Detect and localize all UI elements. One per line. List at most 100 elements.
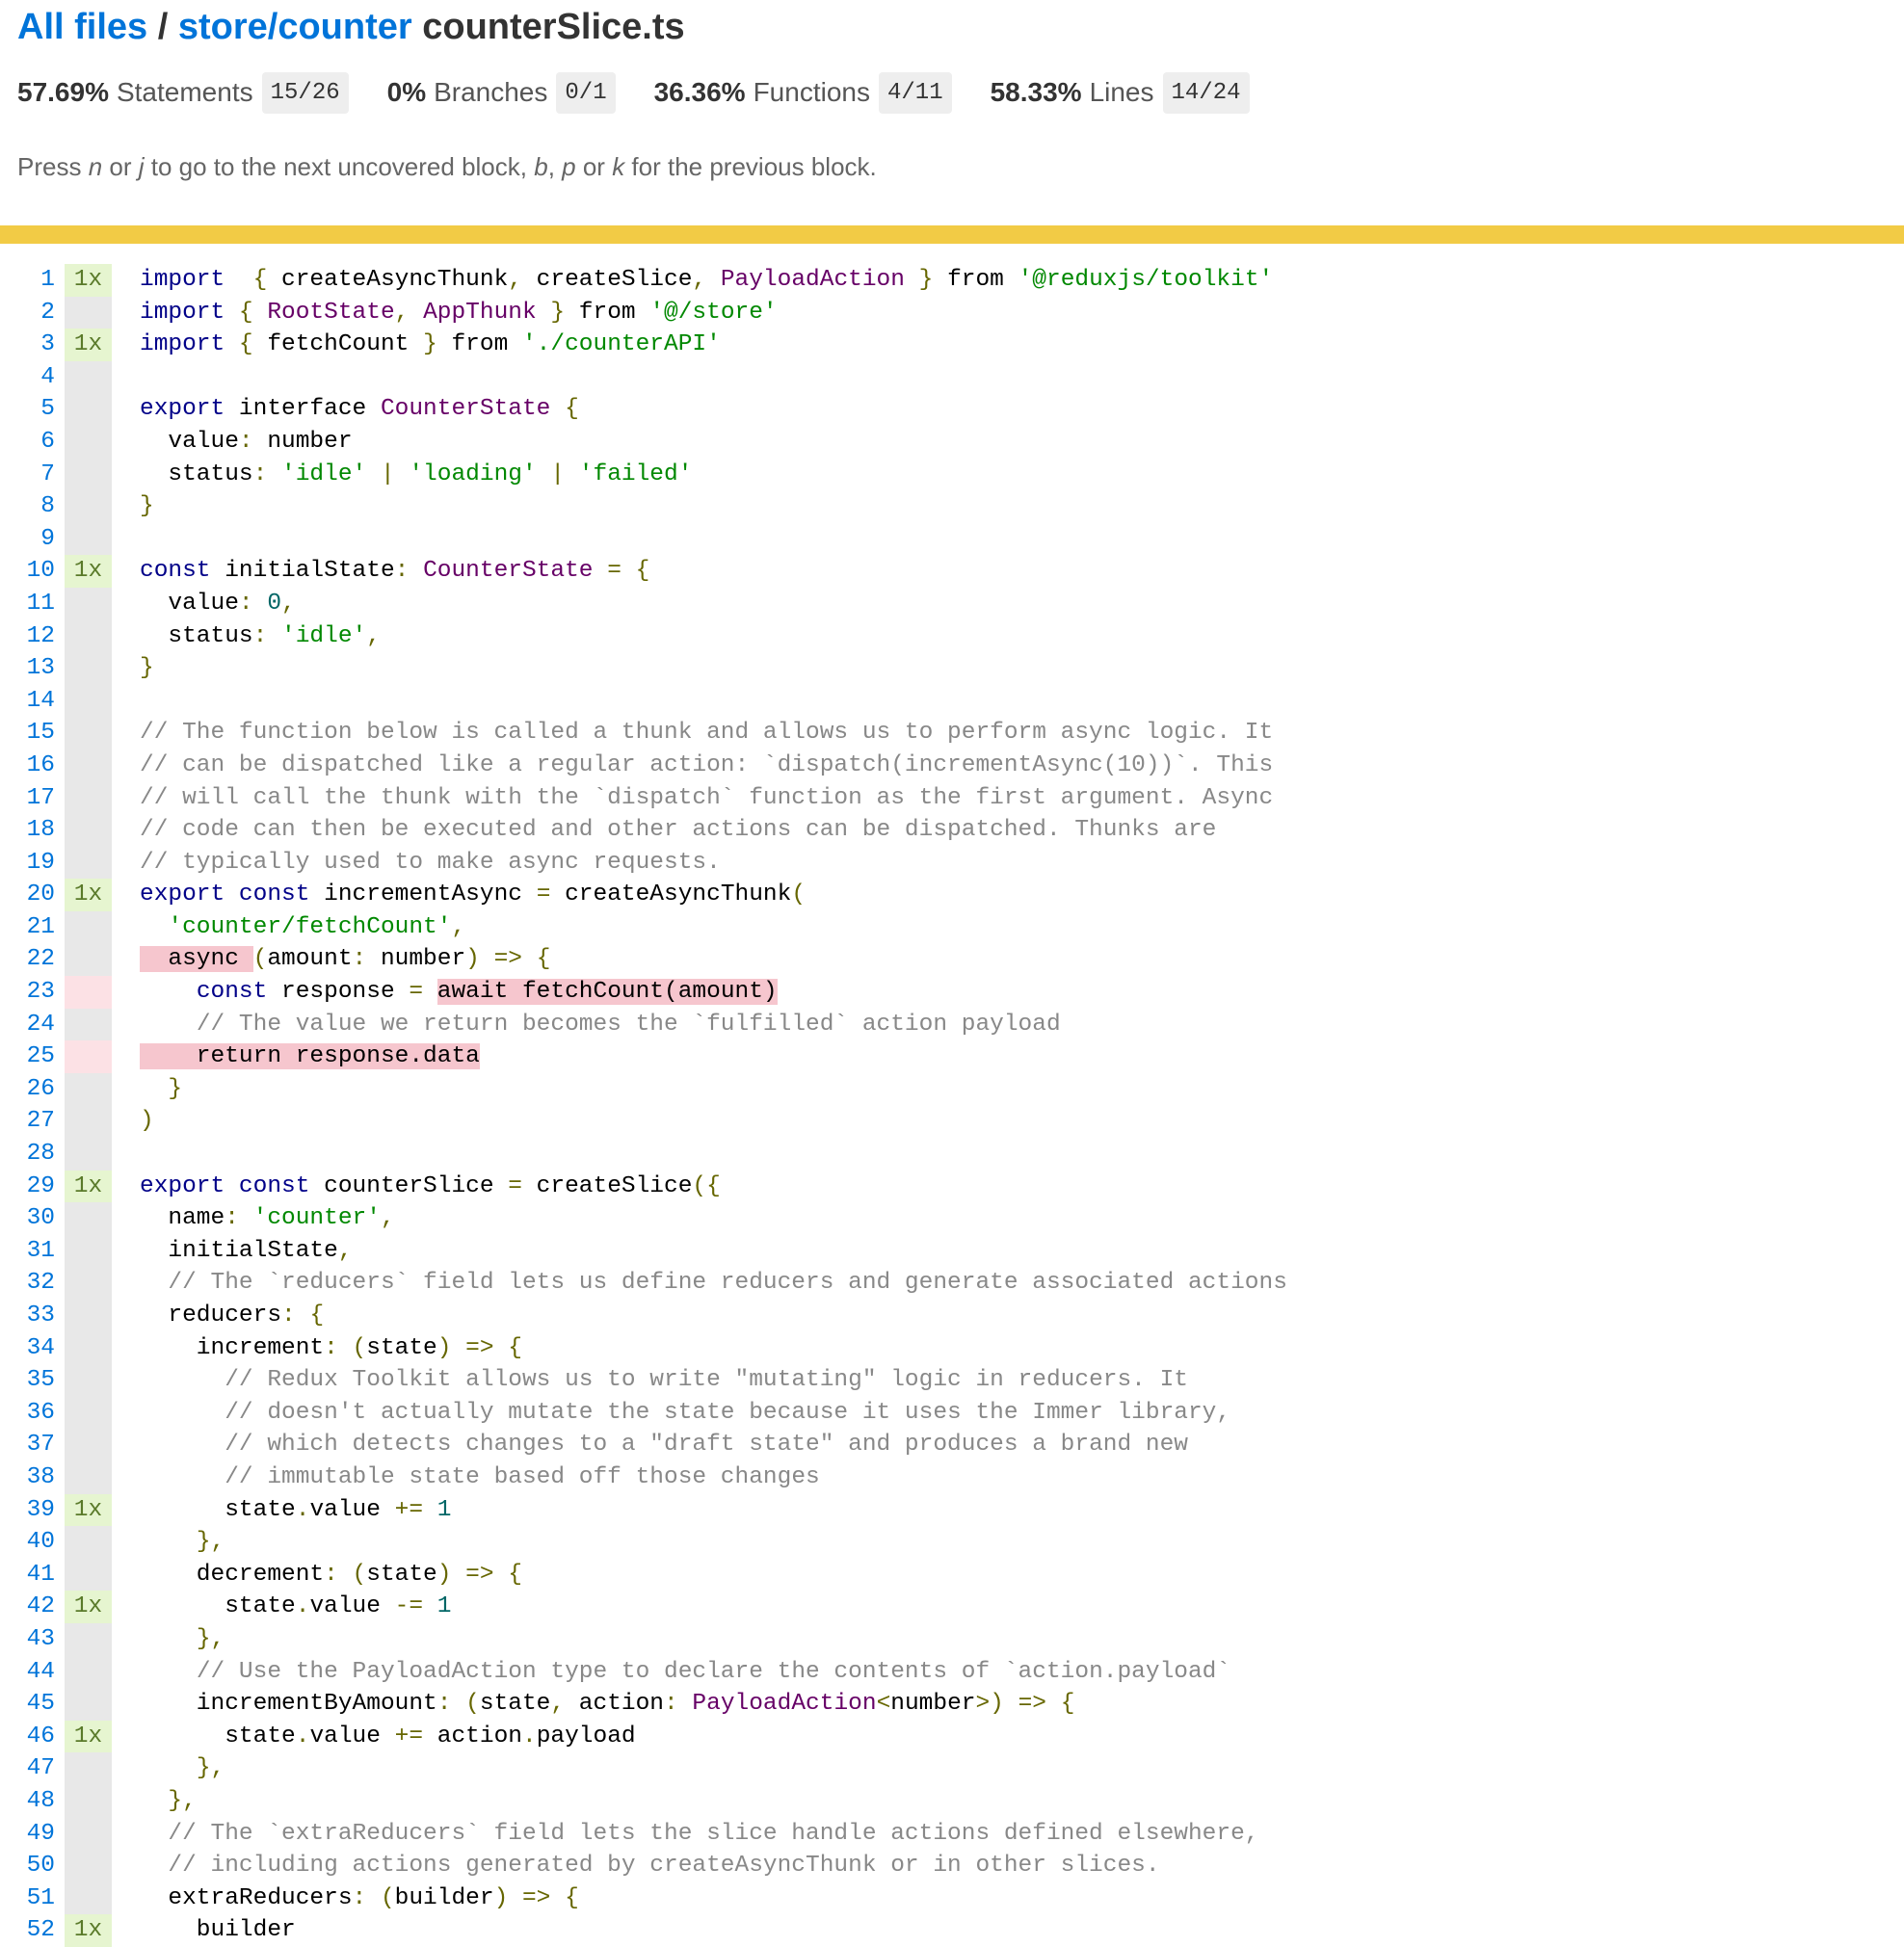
- line-number-link[interactable]: 20: [0, 879, 65, 911]
- line-number-link[interactable]: 44: [0, 1656, 65, 1689]
- line-number-link[interactable]: 45: [0, 1688, 65, 1721]
- line-number-link[interactable]: 42: [0, 1591, 65, 1623]
- source-text: import { createAsyncThunk, createSlice, …: [112, 264, 1273, 297]
- hit-count: 1x: [65, 1170, 112, 1203]
- line-number-link[interactable]: 33: [0, 1300, 65, 1332]
- code-token: :: [324, 1334, 338, 1361]
- line-number-link[interactable]: 19: [0, 847, 65, 880]
- line-number-link[interactable]: 4: [0, 361, 65, 394]
- line-number-link[interactable]: 11: [0, 588, 65, 620]
- line-number-link[interactable]: 18: [0, 814, 65, 847]
- line-number-link[interactable]: 6: [0, 426, 65, 459]
- code-token: counterSlice: [309, 1172, 509, 1199]
- line-number-link[interactable]: 9: [0, 523, 65, 556]
- line-number-link[interactable]: 40: [0, 1526, 65, 1559]
- line-number-link[interactable]: 15: [0, 717, 65, 750]
- code-token: ): [436, 1561, 452, 1588]
- code-token: ,: [692, 267, 707, 293]
- line-number-link[interactable]: 37: [0, 1429, 65, 1461]
- line-number-link[interactable]: 51: [0, 1882, 65, 1915]
- line-number-link[interactable]: 32: [0, 1267, 65, 1300]
- hit-count: [65, 1396, 112, 1430]
- line-number-link[interactable]: 23: [0, 976, 65, 1009]
- line-number-link[interactable]: 7: [0, 459, 65, 491]
- hit-count: 1x: [65, 264, 112, 297]
- code-token: <: [876, 1691, 891, 1718]
- line-number-link[interactable]: 24: [0, 1009, 65, 1041]
- source-text: state.value += 1: [112, 1494, 451, 1527]
- line-number-link[interactable]: 13: [0, 652, 65, 685]
- code-token: ,: [366, 622, 381, 649]
- code-line: 2 import { RootState, AppThunk } from '@/…: [0, 296, 1287, 329]
- line-number-link[interactable]: 38: [0, 1461, 65, 1494]
- page-header: All files / store/counter counterSlice.t…: [0, 0, 1904, 181]
- line-number-link[interactable]: 50: [0, 1850, 65, 1882]
- source-text: [112, 523, 140, 556]
- line-number-link[interactable]: 1: [0, 264, 65, 297]
- line-number-link[interactable]: 41: [0, 1559, 65, 1592]
- code-token: {: [309, 1302, 325, 1329]
- line-number-link[interactable]: 36: [0, 1397, 65, 1430]
- line-number-link[interactable]: 30: [0, 1202, 65, 1235]
- line-number-link[interactable]: 10: [0, 555, 65, 588]
- line-number-link[interactable]: 12: [0, 620, 65, 653]
- line-number-link[interactable]: 25: [0, 1040, 65, 1073]
- all-files-link[interactable]: All files: [17, 7, 147, 47]
- line-number-link[interactable]: 48: [0, 1785, 65, 1818]
- code-token: ,: [380, 1205, 395, 1232]
- directory-link[interactable]: store/counter: [178, 7, 412, 47]
- line-number-link[interactable]: 49: [0, 1818, 65, 1851]
- line-number-link[interactable]: 22: [0, 943, 65, 976]
- code-line: 39 1x state.value += 1: [0, 1493, 1287, 1527]
- line-number-link[interactable]: 27: [0, 1105, 65, 1138]
- line-number-link[interactable]: 39: [0, 1494, 65, 1527]
- line-number-link[interactable]: 8: [0, 490, 65, 523]
- line-number-link[interactable]: 35: [0, 1364, 65, 1397]
- source-text: // which detects changes to a "draft sta…: [112, 1429, 1188, 1461]
- line-number-link[interactable]: 14: [0, 685, 65, 718]
- line-number-link[interactable]: 16: [0, 750, 65, 782]
- line-number-link[interactable]: 26: [0, 1073, 65, 1106]
- code-token: builder: [140, 1917, 296, 1944]
- code-token: action: [423, 1723, 522, 1750]
- code-token: },: [196, 1625, 225, 1652]
- code-token: PayloadAction: [692, 1691, 877, 1718]
- source-text: // will call the thunk with the `dispatc…: [112, 782, 1273, 815]
- line-number-link[interactable]: 43: [0, 1623, 65, 1656]
- code-token: :: [238, 428, 253, 455]
- hit-count: 1x: [65, 1914, 112, 1947]
- line-number-link[interactable]: 2: [0, 297, 65, 329]
- line-number-link[interactable]: 34: [0, 1332, 65, 1365]
- code-line: 37 // which detects changes to a "draft …: [0, 1429, 1287, 1461]
- code-line: 4: [0, 360, 1287, 394]
- line-number-link[interactable]: 28: [0, 1138, 65, 1171]
- source-text: // code can then be executed and other a…: [112, 814, 1216, 847]
- line-number-link[interactable]: 47: [0, 1752, 65, 1785]
- line-number-link[interactable]: 46: [0, 1721, 65, 1753]
- statements-percent: 57.69%: [17, 77, 109, 107]
- code-token: :: [352, 946, 367, 973]
- line-number-link[interactable]: 17: [0, 782, 65, 815]
- line-number-link[interactable]: 52: [0, 1914, 65, 1947]
- code-token: builder: [394, 1884, 494, 1911]
- code-line: 36 // doesn't actually mutate the state …: [0, 1396, 1287, 1430]
- source-text: builder: [112, 1914, 296, 1947]
- source-text: state.value += action.payload: [112, 1721, 635, 1753]
- code-line: 25 return response.data: [0, 1040, 1287, 1073]
- line-number-link[interactable]: 29: [0, 1171, 65, 1203]
- line-number-link[interactable]: 5: [0, 393, 65, 426]
- code-token: 'counter': [252, 1205, 381, 1232]
- line-number-link[interactable]: 21: [0, 911, 65, 944]
- line-number-link[interactable]: 3: [0, 329, 65, 361]
- code-token: // doesn't actually mutate the state bec…: [225, 1399, 1231, 1426]
- line-number-link[interactable]: 31: [0, 1235, 65, 1268]
- code-token: amount: [267, 946, 353, 973]
- hit-count: [65, 490, 112, 523]
